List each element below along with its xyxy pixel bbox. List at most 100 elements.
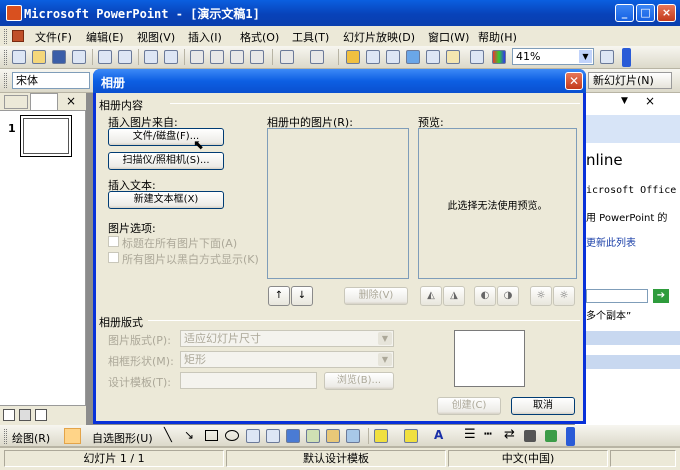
print-icon[interactable] xyxy=(98,50,112,64)
research-icon[interactable] xyxy=(164,50,178,64)
format-painter-icon[interactable] xyxy=(250,50,264,64)
cancel-button[interactable]: 取消 xyxy=(511,397,575,415)
menu-view[interactable]: 视图(V) xyxy=(137,29,175,45)
remove-button[interactable]: 删除(V) xyxy=(344,287,408,305)
rotate-right-icon[interactable]: ◮ xyxy=(443,286,465,306)
arrow-style-icon[interactable]: ⇄ xyxy=(504,427,515,442)
chevron-down-icon[interactable]: ▼ xyxy=(621,96,628,106)
menu-tools[interactable]: 工具(T) xyxy=(292,29,329,45)
search-input[interactable] xyxy=(586,289,648,303)
new-textbox-button[interactable]: 新建文本框(X) xyxy=(108,191,224,209)
help-icon[interactable] xyxy=(600,50,614,64)
update-list-link[interactable]: 更新此列表 xyxy=(586,234,636,249)
menu-insert[interactable]: 插入(I) xyxy=(188,29,222,45)
redo-icon[interactable] xyxy=(310,50,324,64)
menu-window[interactable]: 窗口(W) xyxy=(428,29,469,45)
document-icon[interactable] xyxy=(12,30,24,42)
tab-slides[interactable] xyxy=(30,93,58,110)
vertical-textbox-icon[interactable] xyxy=(266,429,280,443)
brightness-down-icon[interactable]: ☼ xyxy=(553,286,575,306)
font-combo[interactable]: 宋体 xyxy=(12,72,90,89)
print-preview-icon[interactable] xyxy=(118,50,132,64)
chevron-down-icon[interactable]: ▼ xyxy=(378,353,392,366)
slide-thumbnail[interactable] xyxy=(20,115,72,157)
textbox-icon[interactable] xyxy=(246,429,260,443)
line-color-icon[interactable] xyxy=(404,429,418,443)
new-icon[interactable] xyxy=(12,50,26,64)
zoom-combo[interactable]: 41% ▼ xyxy=(512,48,594,65)
picture-icon[interactable] xyxy=(346,429,360,443)
diagram-icon[interactable] xyxy=(306,429,320,443)
browse-button[interactable]: 浏览(B)... xyxy=(324,372,394,390)
select-pointer-icon[interactable] xyxy=(64,428,81,444)
chevron-down-icon[interactable]: ▼ xyxy=(579,50,592,63)
grid-icon[interactable] xyxy=(470,50,484,64)
shadow-style-icon[interactable] xyxy=(524,430,536,442)
toolbar-options-icon[interactable] xyxy=(622,48,631,67)
pictures-listbox[interactable] xyxy=(267,128,409,279)
insert-table-icon[interactable] xyxy=(366,50,380,64)
picture-layout-combo[interactable]: 适应幻灯片尺寸 ▼ xyxy=(180,330,394,347)
permission-icon[interactable] xyxy=(72,50,86,64)
font-color-icon[interactable]: A xyxy=(434,428,443,442)
menu-slideshow[interactable]: 幻灯片放映(D) xyxy=(343,29,415,45)
line-style-icon[interactable]: ☰ xyxy=(464,427,476,442)
menu-edit[interactable]: 编辑(E) xyxy=(86,29,124,45)
paste-icon[interactable] xyxy=(230,50,244,64)
close-icon[interactable]: × xyxy=(66,94,76,108)
close-icon[interactable]: × xyxy=(645,94,655,108)
menu-file[interactable]: 文件(F) xyxy=(35,29,72,45)
file-disk-button[interactable]: 文件/磁盘(F)... xyxy=(108,128,224,146)
toolbar-options-icon[interactable] xyxy=(566,427,575,446)
contrast-up-icon[interactable]: ◐ xyxy=(474,286,496,306)
menu-format[interactable]: 格式(O) xyxy=(240,29,279,45)
spelling-icon[interactable] xyxy=(144,50,158,64)
3d-style-icon[interactable] xyxy=(545,430,557,442)
autoshapes-menu-button[interactable]: 自选图形(U) xyxy=(92,430,153,446)
close-window-button[interactable]: × xyxy=(657,4,676,22)
new-slide-button[interactable]: 新幻灯片(N) xyxy=(588,72,672,89)
move-up-icon[interactable]: ↑ xyxy=(268,286,290,306)
expand-icon[interactable] xyxy=(426,50,440,64)
tables-borders-icon[interactable] xyxy=(386,50,400,64)
rotate-left-icon[interactable]: ◭ xyxy=(420,286,442,306)
tab-outline[interactable] xyxy=(4,95,28,109)
move-down-icon[interactable]: ↓ xyxy=(291,286,313,306)
cut-icon[interactable] xyxy=(190,50,204,64)
normal-view-icon[interactable] xyxy=(3,409,15,421)
oval-icon[interactable] xyxy=(225,430,239,441)
dash-style-icon[interactable]: ┅ xyxy=(484,427,492,442)
insert-chart-icon[interactable] xyxy=(346,50,360,64)
hyperlink-icon[interactable] xyxy=(406,50,420,64)
wordart-icon[interactable] xyxy=(286,429,300,443)
slideshow-icon[interactable] xyxy=(35,409,47,421)
chevron-down-icon[interactable]: ▼ xyxy=(378,332,392,345)
create-button[interactable]: 创建(C) xyxy=(437,397,501,415)
undo-icon[interactable] xyxy=(280,50,294,64)
captions-below-checkbox[interactable] xyxy=(108,236,119,247)
save-icon[interactable] xyxy=(52,50,66,64)
go-arrow-icon[interactable]: ➔ xyxy=(653,289,669,303)
brightness-up-icon[interactable]: ☼ xyxy=(530,286,552,306)
dialog-title: 相册 xyxy=(101,76,126,90)
copy-icon[interactable] xyxy=(210,50,224,64)
minimize-button[interactable]: _ xyxy=(615,4,634,22)
clipart-icon[interactable] xyxy=(326,429,340,443)
draw-menu-button[interactable]: 绘图(R) xyxy=(12,430,50,446)
fill-color-icon[interactable] xyxy=(374,429,388,443)
contrast-down-icon[interactable]: ◑ xyxy=(497,286,519,306)
menu-help[interactable]: 帮助(H) xyxy=(478,29,517,45)
design-template-input[interactable] xyxy=(180,372,317,389)
line-icon[interactable]: ╲ xyxy=(164,428,172,443)
slide-sorter-icon[interactable] xyxy=(19,409,31,421)
arrow-icon[interactable]: ↘ xyxy=(184,428,194,442)
scanner-camera-button[interactable]: 扫描仪/照相机(S)... xyxy=(108,152,224,170)
show-formatting-icon[interactable] xyxy=(446,50,460,64)
all-bw-checkbox[interactable] xyxy=(108,252,119,263)
open-icon[interactable] xyxy=(32,50,46,64)
dialog-close-button[interactable]: ✕ xyxy=(565,72,583,90)
rectangle-icon[interactable] xyxy=(205,430,218,441)
maximize-button[interactable]: □ xyxy=(636,4,655,22)
frame-shape-combo[interactable]: 矩形 ▼ xyxy=(180,351,394,368)
color-grayscale-icon[interactable] xyxy=(492,50,506,64)
